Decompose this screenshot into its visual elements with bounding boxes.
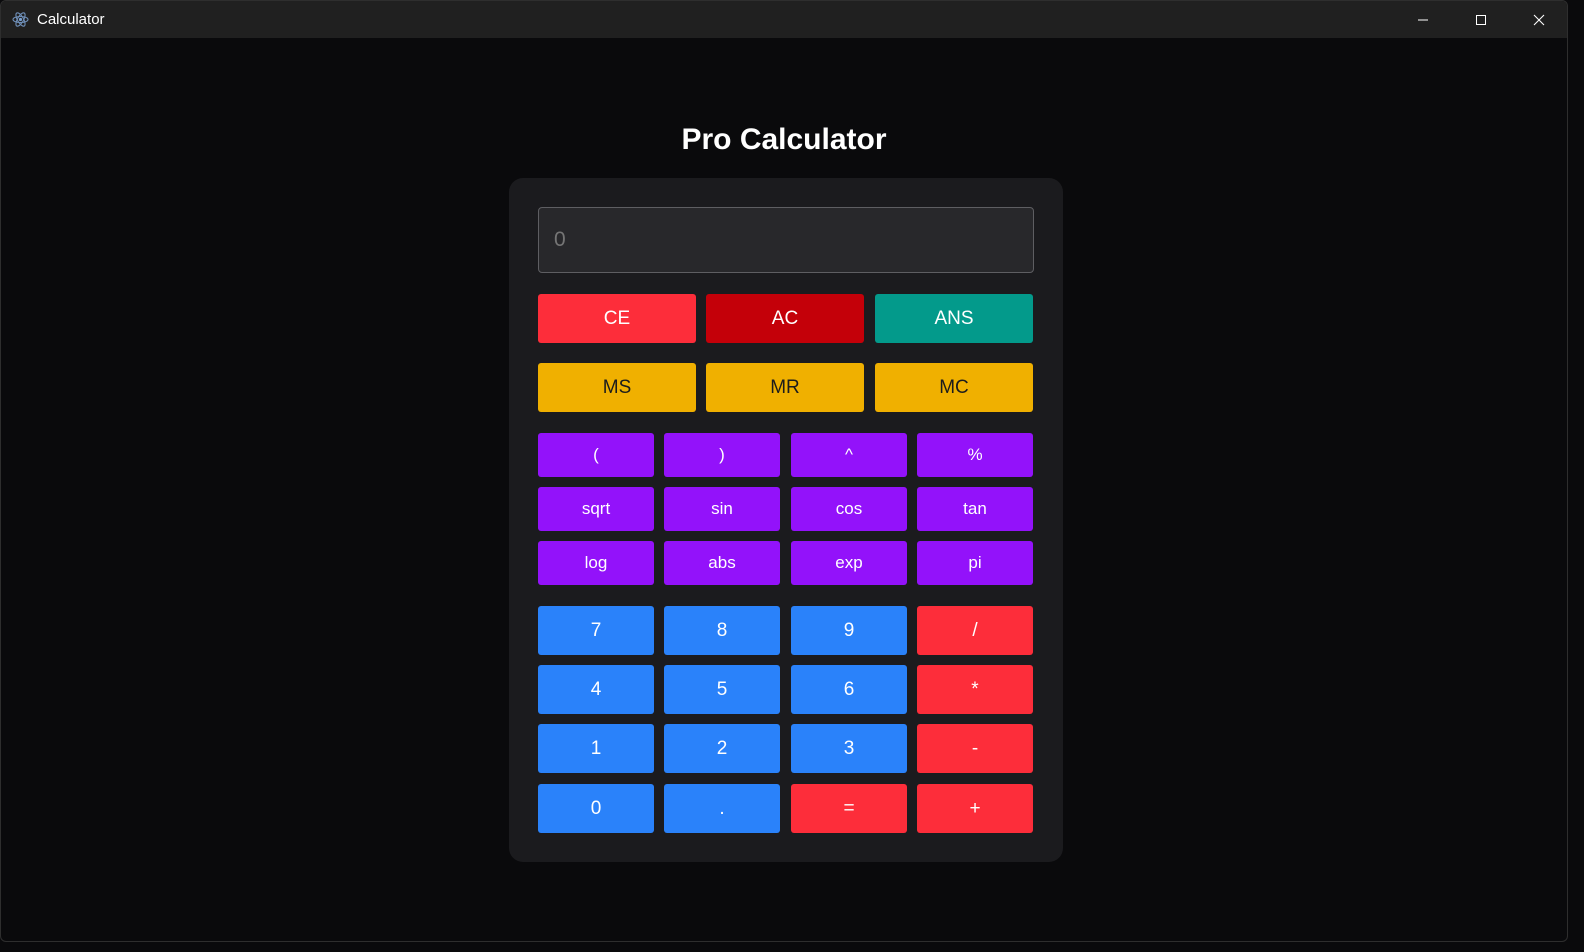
equals-button[interactable]: = bbox=[791, 784, 907, 833]
maximize-icon bbox=[1475, 14, 1487, 26]
digit-5-button[interactable]: 5 bbox=[664, 665, 780, 714]
digit-7-button[interactable]: 7 bbox=[538, 606, 654, 655]
digit-3-button[interactable]: 3 bbox=[791, 724, 907, 773]
tan-button[interactable]: tan bbox=[917, 487, 1033, 531]
abs-button[interactable]: abs bbox=[664, 541, 780, 585]
answer-button[interactable]: ANS bbox=[875, 294, 1033, 343]
digit-9-button[interactable]: 9 bbox=[791, 606, 907, 655]
page-title: Pro Calculator bbox=[681, 123, 887, 156]
subtract-button[interactable]: - bbox=[917, 724, 1033, 773]
log-button[interactable]: log bbox=[538, 541, 654, 585]
digit-8-button[interactable]: 8 bbox=[664, 606, 780, 655]
digit-1-button[interactable]: 1 bbox=[538, 724, 654, 773]
window-title: Calculator bbox=[37, 11, 105, 28]
pi-button[interactable]: pi bbox=[917, 541, 1033, 585]
close-paren-button[interactable]: ) bbox=[664, 433, 780, 477]
maximize-button[interactable] bbox=[1452, 1, 1510, 38]
divide-button[interactable]: / bbox=[917, 606, 1033, 655]
close-icon bbox=[1533, 14, 1545, 26]
all-clear-button[interactable]: AC bbox=[706, 294, 864, 343]
exp-button[interactable]: exp bbox=[791, 541, 907, 585]
memory-clear-button[interactable]: MC bbox=[875, 363, 1033, 412]
minimize-button[interactable] bbox=[1394, 1, 1452, 38]
sqrt-button[interactable]: sqrt bbox=[538, 487, 654, 531]
power-button[interactable]: ^ bbox=[791, 433, 907, 477]
display-input[interactable] bbox=[538, 207, 1034, 273]
memory-store-button[interactable]: MS bbox=[538, 363, 696, 412]
atom-app-icon bbox=[12, 11, 29, 28]
minimize-icon bbox=[1417, 14, 1429, 26]
open-paren-button[interactable]: ( bbox=[538, 433, 654, 477]
calculator-panel: CE AC ANS MS MR MC ( ) ^ % sqrt sin cos … bbox=[509, 178, 1063, 862]
digit-2-button[interactable]: 2 bbox=[664, 724, 780, 773]
add-button[interactable]: + bbox=[917, 784, 1033, 833]
close-button[interactable] bbox=[1510, 1, 1567, 38]
clear-entry-button[interactable]: CE bbox=[538, 294, 696, 343]
digit-4-button[interactable]: 4 bbox=[538, 665, 654, 714]
digit-0-button[interactable]: 0 bbox=[538, 784, 654, 833]
memory-recall-button[interactable]: MR bbox=[706, 363, 864, 412]
cos-button[interactable]: cos bbox=[791, 487, 907, 531]
percent-button[interactable]: % bbox=[917, 433, 1033, 477]
decimal-button[interactable]: . bbox=[664, 784, 780, 833]
app-window: Calculator Pro Calculator CE AC ANS MS M… bbox=[0, 0, 1568, 942]
sin-button[interactable]: sin bbox=[664, 487, 780, 531]
title-bar[interactable]: Calculator bbox=[1, 1, 1567, 38]
multiply-button[interactable]: * bbox=[917, 665, 1033, 714]
digit-6-button[interactable]: 6 bbox=[791, 665, 907, 714]
